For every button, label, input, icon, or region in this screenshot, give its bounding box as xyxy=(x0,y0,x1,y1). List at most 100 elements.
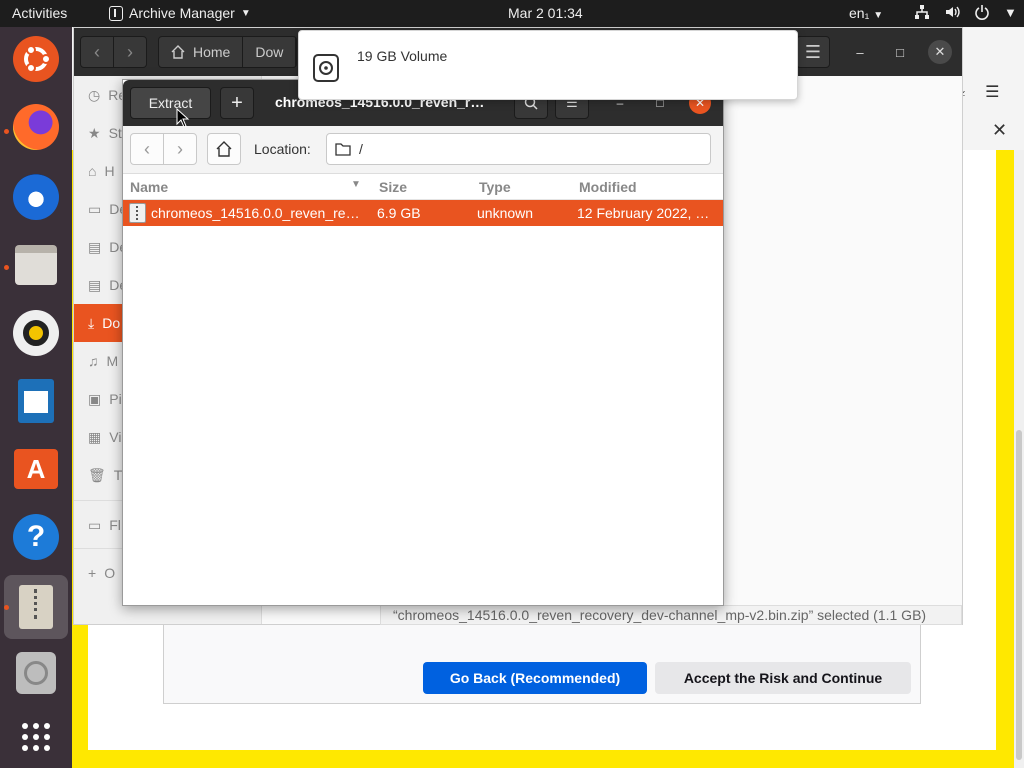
notification-title: 19 GB Volume xyxy=(357,48,448,64)
table-row[interactable]: chromeos_14516.0.0_reven_re… 6.9 GB unkn… xyxy=(123,200,723,226)
ubuntu-logo-icon xyxy=(13,36,59,82)
sidebar-item-label: O xyxy=(104,565,116,581)
browser-scrollbar[interactable] xyxy=(1014,150,1024,768)
rhythmbox-icon xyxy=(13,310,59,356)
home-icon xyxy=(216,141,232,157)
close-icon: ✕ xyxy=(934,44,946,59)
chevron-left-icon: ‹ xyxy=(144,138,150,159)
file-type: unknown xyxy=(477,205,534,221)
document-icon: ▤ xyxy=(88,238,102,255)
sort-descending-icon: ▼ xyxy=(351,179,361,190)
column-size[interactable]: Size xyxy=(379,179,407,195)
app-grid-icon xyxy=(22,723,50,751)
chevron-down-icon: ▼ xyxy=(240,7,251,19)
scrollbar-thumb[interactable] xyxy=(1016,430,1022,760)
plus-icon: + xyxy=(231,91,243,114)
dock-software[interactable]: A xyxy=(12,445,60,493)
dock-writer[interactable] xyxy=(12,377,60,425)
column-type[interactable]: Type xyxy=(479,179,511,195)
clock[interactable]: Mar 2 01:34 xyxy=(508,5,583,21)
go-back-button[interactable]: Go Back (Recommended) xyxy=(423,662,647,694)
column-headers: Name ▼ Size Type Modified xyxy=(123,174,723,200)
dock-help[interactable]: ? xyxy=(12,513,60,561)
document-icon: ▤ xyxy=(88,276,102,293)
dock-disk[interactable] xyxy=(12,649,60,697)
software-icon: A xyxy=(14,449,58,489)
archive-manager-icon xyxy=(109,5,123,21)
dock-files[interactable] xyxy=(12,241,60,289)
app-menu[interactable]: Archive Manager ▼ xyxy=(109,5,251,21)
sidebar-item-label: Pi xyxy=(109,391,122,407)
file-size: 6.9 GB xyxy=(377,205,421,221)
column-name[interactable]: Name xyxy=(130,179,168,195)
picture-icon: ▣ xyxy=(88,390,102,407)
notification-banner[interactable]: 19 GB Volume xyxy=(298,30,798,100)
drive-icon xyxy=(313,54,339,82)
volume-icon xyxy=(946,6,960,18)
sidebar-item-label: M xyxy=(106,353,119,369)
dock-firefox[interactable] xyxy=(12,103,60,151)
path-home[interactable]: Home xyxy=(159,37,244,67)
file-name: chromeos_14516.0.0_reven_re… xyxy=(151,205,360,221)
music-icon: ♫ xyxy=(88,353,99,369)
path-home-label: Home xyxy=(193,44,231,60)
video-icon: ▦ xyxy=(88,428,102,445)
maximize-button[interactable]: □ xyxy=(888,40,912,64)
maximize-icon: □ xyxy=(896,44,904,60)
network-icon xyxy=(915,5,929,19)
thunderbird-icon xyxy=(13,174,59,220)
firefox-icon xyxy=(13,104,59,150)
close-icon[interactable]: ✕ xyxy=(992,120,1007,141)
extract-button[interactable]: Extract xyxy=(130,87,211,119)
forward-button[interactable]: › xyxy=(113,36,147,68)
sidebar-item-label: Do xyxy=(102,315,121,331)
system-tray[interactable]: ▼ xyxy=(914,4,1017,20)
dock-app-grid[interactable] xyxy=(12,713,60,761)
running-indicator xyxy=(4,129,9,134)
dock-archive-manager[interactable] xyxy=(4,575,68,639)
location-field[interactable]: / xyxy=(326,133,711,165)
chevron-right-icon: › xyxy=(127,41,133,62)
help-icon: ? xyxy=(13,514,59,560)
sidebar-item-label: Vi xyxy=(109,429,122,445)
location-value: / xyxy=(359,141,363,157)
view-menu-button[interactable]: ☰ xyxy=(796,36,830,68)
activities-button[interactable]: Activities xyxy=(12,5,67,21)
archive-toolbar: ‹ › Location: / xyxy=(123,126,723,174)
disk-icon xyxy=(16,652,56,694)
add-files-button[interactable]: + xyxy=(220,87,254,119)
archive-manager-window: Extract + chromeos_14516.0.0_reven_r… ☰ … xyxy=(122,79,724,606)
language-indicator[interactable]: en₁ ▼ xyxy=(849,5,883,21)
back-button[interactable]: ‹ xyxy=(80,36,114,68)
back-button[interactable]: ‹ xyxy=(130,133,164,165)
desktop-icon: ▭ xyxy=(88,200,102,217)
accept-risk-button[interactable]: Accept the Risk and Continue xyxy=(655,662,911,694)
libreoffice-writer-icon xyxy=(18,379,54,423)
path-current[interactable]: Dow xyxy=(243,37,297,67)
forward-button[interactable]: › xyxy=(163,133,197,165)
column-modified[interactable]: Modified xyxy=(579,179,637,195)
trash-icon: 🗑 xyxy=(88,466,106,483)
file-modified: 12 February 2022, … xyxy=(577,205,710,221)
chevron-down-icon: ▼ xyxy=(1004,4,1017,20)
minimize-button[interactable]: – xyxy=(848,40,872,64)
hamburger-menu-icon[interactable]: ☰ xyxy=(985,82,999,102)
plus-icon: + xyxy=(88,565,97,581)
home-icon: ⌂ xyxy=(88,163,97,179)
sidebar-item-label: H xyxy=(104,163,115,179)
power-icon xyxy=(975,5,989,20)
dock-ubuntu[interactable] xyxy=(12,35,60,83)
dock-thunderbird[interactable] xyxy=(12,173,60,221)
running-indicator xyxy=(4,265,9,270)
sidebar-item-label: St xyxy=(108,125,122,141)
browser-toolbar-icons: ⤓ ☰ xyxy=(958,82,999,102)
folder-icon xyxy=(335,143,351,156)
home-icon xyxy=(171,45,185,59)
dock-rhythmbox[interactable] xyxy=(12,309,60,357)
chevron-down-icon: ▼ xyxy=(873,10,884,21)
home-button[interactable] xyxy=(207,133,241,165)
sidebar-item-label: Fl xyxy=(109,517,121,533)
close-button[interactable]: ✕ xyxy=(928,40,952,64)
dock: A ? xyxy=(0,27,72,768)
files-status-bar: “chromeos_14516.0.0_reven_recovery_dev-c… xyxy=(380,605,962,625)
